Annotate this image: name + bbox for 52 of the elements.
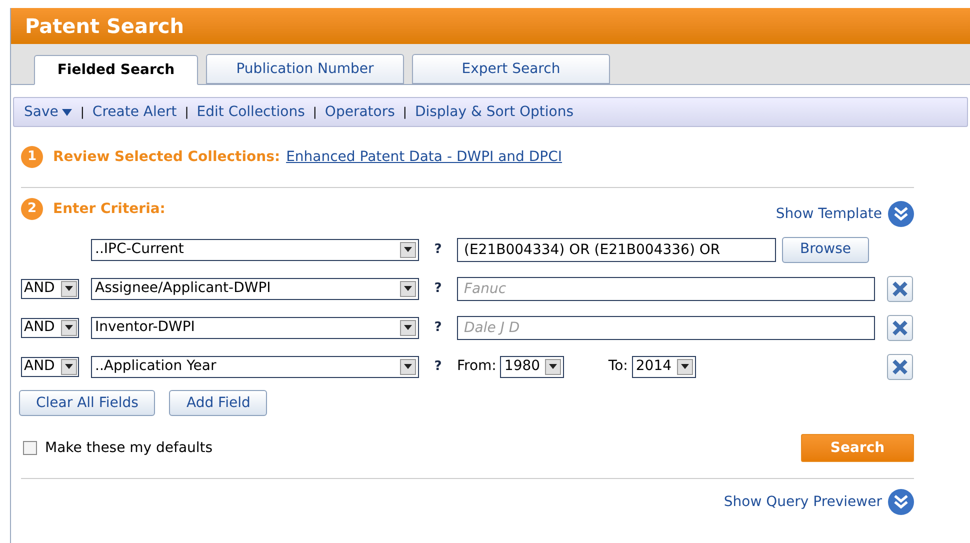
step-label: Review Selected Collections: bbox=[53, 148, 280, 166]
step-number-badge: 2 bbox=[21, 198, 43, 220]
checkbox-label: Make these my defaults bbox=[45, 438, 213, 458]
show-template-link[interactable]: Show Template bbox=[776, 204, 882, 224]
tab[interactable]: Publication Number bbox=[206, 54, 404, 84]
remove-row-button[interactable] bbox=[887, 354, 913, 380]
separator: | bbox=[80, 104, 84, 121]
page-title: Patent Search bbox=[25, 13, 184, 40]
step-number-badge: 1 bbox=[21, 146, 43, 168]
to-year-select[interactable]: 2014 bbox=[632, 356, 696, 378]
tab[interactable]: Expert Search bbox=[412, 54, 610, 84]
step-label: Enter Criteria: bbox=[53, 200, 166, 218]
close-icon bbox=[892, 358, 908, 374]
toolbar-link[interactable]: Operators bbox=[324, 102, 395, 122]
close-icon bbox=[892, 320, 908, 336]
criteria-input[interactable]: (E21B004334) OR (E21B004336) OR bbox=[457, 238, 776, 262]
collection-link[interactable]: Enhanced Patent Data - DWPI and DPCI bbox=[286, 146, 562, 168]
show-query-previewer-link[interactable]: Show Query Previewer bbox=[724, 492, 882, 512]
criteria-input[interactable]: Fanuc bbox=[457, 276, 875, 300]
from-label: From: bbox=[457, 357, 496, 376]
help-icon[interactable]: ? bbox=[419, 318, 457, 338]
expand-icon[interactable] bbox=[888, 201, 914, 227]
caret-icon bbox=[62, 108, 72, 116]
operator-select[interactable]: AND bbox=[21, 318, 79, 338]
tab[interactable]: Fielded Search bbox=[34, 55, 198, 85]
separator: | bbox=[402, 104, 407, 121]
help-icon[interactable]: ? bbox=[419, 240, 457, 260]
remove-row-button[interactable] bbox=[887, 314, 913, 340]
from-year-select[interactable]: 1980 bbox=[500, 356, 564, 378]
remove-row-button[interactable] bbox=[887, 276, 913, 302]
browse-button[interactable]: Browse bbox=[782, 236, 869, 262]
save-menu-button[interactable]: Save bbox=[24, 102, 72, 122]
operator-select[interactable]: AND bbox=[21, 278, 79, 298]
field-select[interactable]: Inventor-DWPI bbox=[91, 316, 419, 338]
toolbar-link[interactable]: Display & Sort Options bbox=[414, 102, 574, 122]
add-field-button[interactable]: Add Field bbox=[169, 390, 268, 416]
defaults-checkbox[interactable] bbox=[23, 441, 37, 455]
help-icon[interactable]: ? bbox=[419, 356, 457, 376]
clear-all-fields-button[interactable]: Clear All Fields bbox=[19, 390, 156, 416]
field-select[interactable]: ..IPC-Current bbox=[91, 238, 419, 260]
to-label: To: bbox=[608, 357, 628, 376]
close-icon bbox=[892, 280, 908, 296]
field-select[interactable]: Assignee/Applicant-DWPI bbox=[91, 278, 419, 300]
operator-select[interactable]: AND bbox=[21, 356, 79, 376]
toolbar-link[interactable]: Create Alert bbox=[92, 102, 177, 122]
expand-icon[interactable] bbox=[888, 489, 914, 515]
separator: | bbox=[184, 104, 189, 121]
help-icon[interactable]: ? bbox=[419, 278, 457, 298]
toolbar-link[interactable]: Edit Collections bbox=[196, 102, 305, 122]
criteria-input[interactable]: Dale J D bbox=[457, 316, 875, 340]
field-select[interactable]: ..Application Year bbox=[91, 356, 419, 378]
separator: | bbox=[312, 104, 317, 121]
